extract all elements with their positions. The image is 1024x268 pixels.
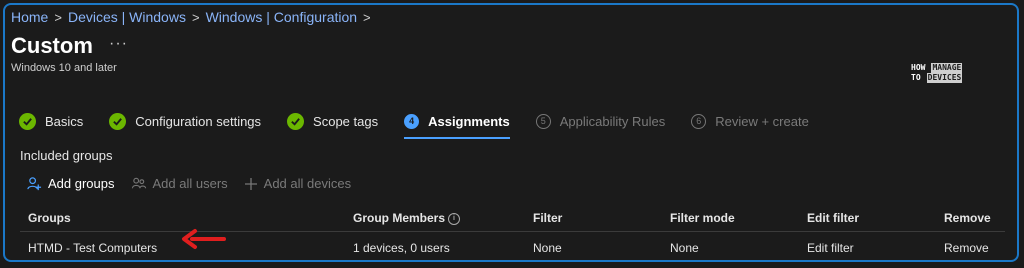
edit-filter-link[interactable]: Edit filter	[807, 241, 854, 255]
page-title: Custom	[11, 33, 93, 58]
chevron-right-icon: >	[54, 10, 62, 25]
assignment-toolbar: Add groups Add all users Add all devices	[27, 176, 367, 191]
step-label: Assignments	[428, 113, 510, 129]
step-review-create: 6 Review + create	[691, 111, 809, 131]
column-header-filter[interactable]: Filter	[533, 211, 562, 225]
step-label: Configuration settings	[135, 113, 262, 129]
column-header-label: Group Members	[353, 211, 446, 225]
step-basics[interactable]: Basics	[19, 111, 83, 131]
step-number-icon: 5	[535, 113, 551, 129]
add-groups-button[interactable]: Add groups	[27, 176, 115, 191]
step-label: Basics	[45, 113, 84, 129]
filter-mode-value: None	[670, 241, 699, 255]
breadcrumb-devices-windows-link[interactable]: Devices | Windows	[68, 9, 186, 25]
section-heading: Included groups	[20, 148, 113, 163]
logo-text: MANAGE	[931, 63, 963, 73]
annotation-arrow-icon	[182, 229, 226, 249]
screenshot-frame: Home > Devices | Windows > Windows | Configu…	[3, 3, 1019, 262]
page-subtitle: Windows 10 and later	[11, 62, 117, 74]
checkmark-icon	[19, 112, 36, 130]
more-options-button[interactable]: ···	[109, 35, 128, 53]
column-header-remove[interactable]: Remove	[944, 211, 991, 225]
filter-value: None	[533, 241, 562, 255]
breadcrumb-home-link[interactable]: Home	[11, 9, 48, 25]
logo-text: DEVICES	[926, 73, 963, 83]
chevron-right-icon: >	[363, 10, 371, 25]
add-all-devices-label: Add all devices	[263, 176, 352, 191]
remove-link[interactable]: Remove	[944, 241, 989, 255]
step-assignments[interactable]: 4 Assignments	[404, 111, 510, 139]
step-scope-tags[interactable]: Scope tags	[287, 111, 378, 131]
htmd-logo: HOW MANAGE TO DEVICES	[911, 63, 995, 93]
add-user-icon	[27, 177, 42, 191]
assignments-table: Groups Group Members i Filter Filter mode…	[20, 205, 1005, 260]
checkmark-icon	[287, 112, 305, 130]
breadcrumb: Home > Devices | Windows > Windows | Configu…	[11, 9, 377, 25]
step-number-icon: 6	[691, 113, 707, 129]
column-header-filter-mode[interactable]: Filter mode	[670, 211, 735, 225]
plus-icon	[244, 177, 257, 190]
step-label: Review + create	[715, 113, 809, 129]
column-header-group-members[interactable]: Group Members i	[353, 211, 461, 225]
chevron-right-icon: >	[191, 10, 200, 25]
info-icon[interactable]: i	[448, 212, 461, 225]
group-name: HTMD - Test Computers	[28, 241, 158, 255]
step-label: Scope tags	[313, 113, 379, 129]
breadcrumb-windows-configuration-link[interactable]: Windows | Configuration	[206, 9, 357, 25]
step-label: Applicability Rules	[559, 113, 666, 129]
users-icon	[131, 177, 146, 189]
add-all-devices-button: Add all devices	[244, 176, 351, 191]
group-members: 1 devices, 0 users	[353, 241, 450, 255]
add-all-users-label: Add all users	[152, 176, 228, 191]
step-number-icon: 4	[404, 113, 420, 129]
column-header-groups[interactable]: Groups	[28, 211, 71, 225]
add-groups-label: Add groups	[48, 176, 115, 191]
step-configuration-settings[interactable]: Configuration settings	[109, 111, 261, 131]
logo-text: HOW	[911, 63, 926, 72]
add-all-users-button: Add all users	[131, 176, 228, 191]
step-applicability-rules: 5 Applicability Rules	[535, 111, 666, 131]
table-row: HTMD - Test Computers 1 devices, 0 users…	[20, 232, 1005, 260]
table-header-row: Groups Group Members i Filter Filter mode…	[20, 205, 1005, 232]
logo-text: TO	[911, 73, 921, 82]
column-header-edit-filter[interactable]: Edit filter	[807, 211, 859, 225]
checkmark-icon	[109, 112, 127, 130]
wizard-steps: Basics Configuration settings Scope tags…	[19, 111, 835, 139]
